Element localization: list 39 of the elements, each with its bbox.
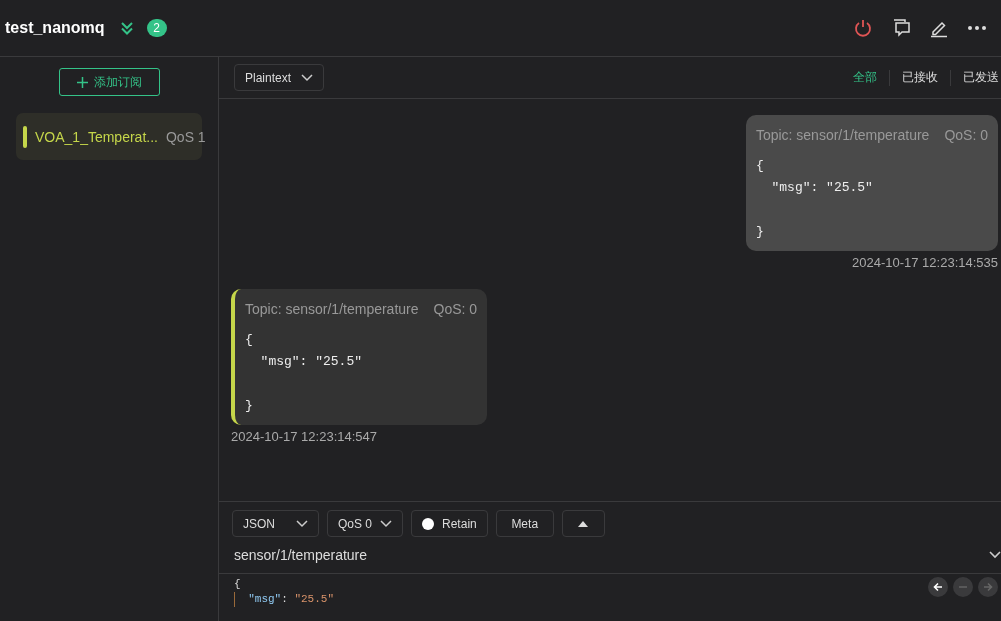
message-qos: QoS: 0 [433,301,478,317]
message-time: 2024-10-17 12:23:14:547 [231,429,377,444]
message-topic: Topic: sensor/1/temperature [245,301,419,317]
expand-button[interactable] [561,510,605,537]
triangle-up-icon [578,520,589,527]
add-subscription-button[interactable]: 添加订阅 [58,68,160,96]
double-chevron-icon[interactable] [118,20,135,36]
qos-dropdown[interactable]: QoS 0 [327,510,404,537]
count-badge: 2 [146,19,167,37]
more-icon[interactable] [967,25,987,31]
plus-icon [76,76,88,88]
chevron-down-icon [296,519,308,528]
chevron-down-icon[interactable] [989,551,1001,559]
message-qos: QoS: 0 [944,127,988,143]
filter-tab[interactable]: 全部 [841,69,889,86]
payload-editor[interactable]: { "msg": "25.5" [219,574,1001,621]
chevron-down-icon [380,519,393,528]
payload-format-dropdown[interactable]: JSON [232,510,319,537]
subscription-topic: VOA_1_Temperat... [35,128,158,145]
power-icon[interactable] [853,18,873,38]
chevron-down-icon [301,73,314,82]
code-line: "msg": "25.5" [234,592,335,607]
chat-icon[interactable] [891,18,911,38]
message-payload: { "msg": "25.5" } [245,331,364,415]
format-dropdown[interactable]: Plaintext [234,64,325,91]
arrow-left-icon [933,582,943,592]
topic-input[interactable]: sensor/1/temperature [219,547,989,563]
retain-toggle[interactable]: Retain [411,510,488,537]
meta-button[interactable]: Meta [495,510,554,537]
back-button[interactable] [928,577,948,597]
arrow-right-icon [983,582,993,592]
message-time: 2024-10-17 12:23:14:535 [852,255,998,270]
connection-name: test_nanomq [5,19,105,37]
filter-tab[interactable]: 已接收 [890,69,950,86]
circle-icon [422,517,435,530]
message-payload: { "msg": "25.5" } [755,157,874,241]
code-line: { [234,577,241,592]
filter-tab[interactable]: 已发送 [951,69,999,86]
message-topic: Topic: sensor/1/temperature [755,127,930,143]
